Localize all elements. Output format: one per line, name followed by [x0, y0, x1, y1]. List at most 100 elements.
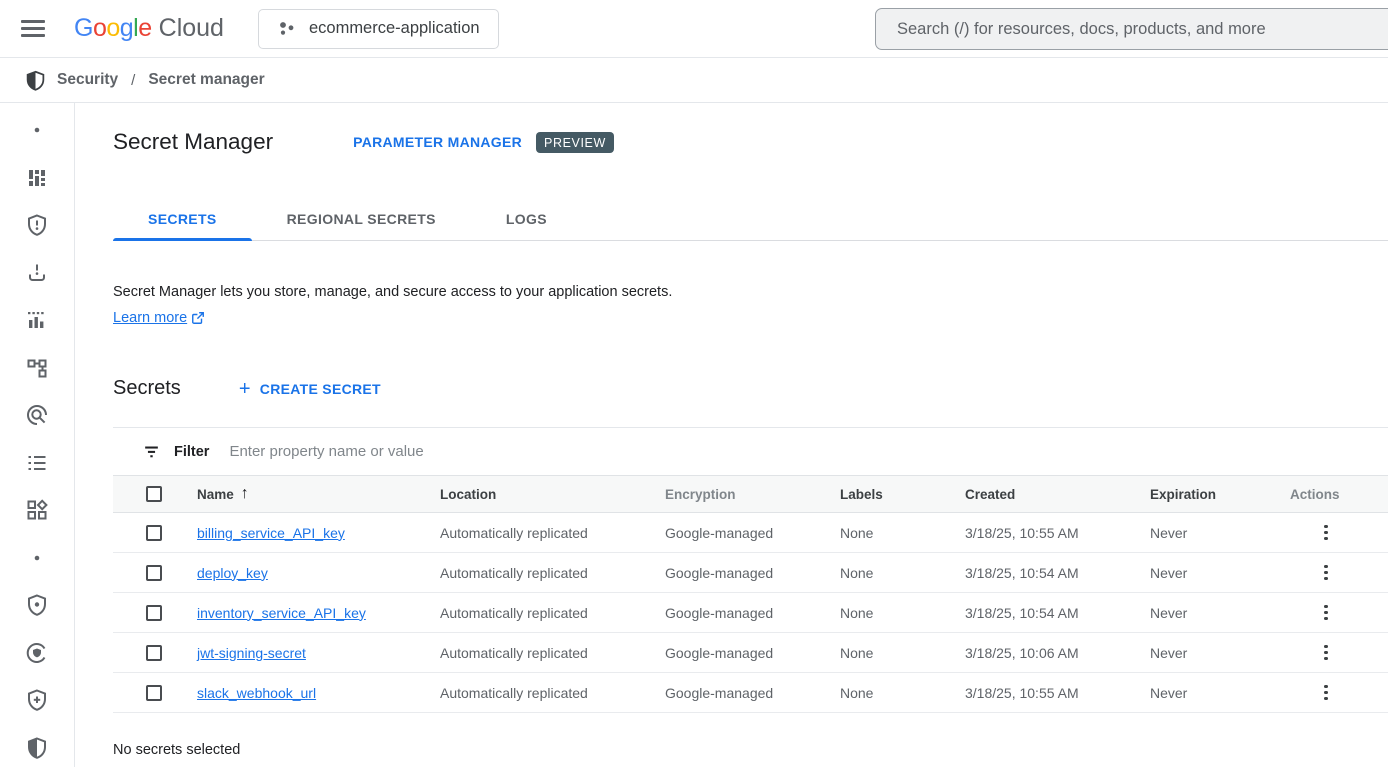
dot-icon[interactable]	[25, 118, 49, 142]
logo-letter: G	[74, 14, 93, 43]
global-search[interactable]	[875, 8, 1388, 50]
scan-search-icon[interactable]	[25, 403, 49, 427]
shield-check-icon[interactable]	[25, 593, 49, 617]
breadcrumb-section[interactable]: Security	[57, 71, 118, 89]
list-icon[interactable]	[25, 451, 49, 475]
table-row: deploy_key Automatically replicated Goog…	[113, 553, 1388, 593]
logo-letter: o	[93, 14, 106, 43]
cell-location: Automatically replicated	[426, 565, 651, 581]
row-actions-menu-icon[interactable]	[1314, 680, 1338, 706]
cell-created: 3/18/25, 10:54 AM	[951, 605, 1136, 621]
sort-ascending-icon[interactable]: ↑	[241, 485, 249, 503]
create-secret-button[interactable]: + CREATE SECRET	[239, 381, 381, 397]
select-all-checkbox[interactable]	[146, 486, 162, 502]
cell-expiration: Never	[1136, 645, 1276, 661]
cell-created: 3/18/25, 10:55 AM	[951, 685, 1136, 701]
cell-location: Automatically replicated	[426, 605, 651, 621]
breadcrumb: Security / Secret manager	[0, 58, 1388, 103]
page-title: Secret Manager	[113, 129, 273, 155]
cell-encryption: Google-managed	[651, 605, 826, 621]
row-actions-menu-icon[interactable]	[1314, 640, 1338, 666]
cell-labels: None	[826, 565, 951, 581]
tab-bar: SECRETS REGIONAL SECRETS LOGS	[113, 202, 1388, 241]
cell-created: 3/18/25, 10:54 AM	[951, 565, 1136, 581]
secret-link[interactable]: inventory_service_API_key	[197, 605, 366, 621]
search-input[interactable]	[897, 20, 1388, 39]
secret-link[interactable]: deploy_key	[197, 565, 268, 581]
command-center-icon[interactable]	[25, 166, 49, 190]
breadcrumb-page: Secret manager	[148, 71, 264, 89]
filter-icon	[142, 442, 161, 461]
shield-half-icon[interactable]	[25, 736, 49, 760]
plus-icon: +	[239, 382, 251, 396]
filter-label: Filter	[174, 444, 209, 460]
logo-cloud-text: Cloud	[159, 14, 224, 43]
table-row: inventory_service_API_key Automatically …	[113, 593, 1388, 633]
secret-link[interactable]: jwt-signing-secret	[197, 645, 306, 661]
row-actions-menu-icon[interactable]	[1314, 600, 1338, 626]
shield-alert-icon[interactable]	[25, 213, 49, 237]
cell-encryption: Google-managed	[651, 645, 826, 661]
secrets-table-card: Filter Name ↑ Location Encryption Labels…	[113, 427, 1388, 713]
cell-created: 3/18/25, 10:55 AM	[951, 525, 1136, 541]
cell-encryption: Google-managed	[651, 685, 826, 701]
filter-bar[interactable]: Filter	[113, 427, 1388, 475]
row-checkbox[interactable]	[146, 605, 162, 621]
cell-location: Automatically replicated	[426, 525, 651, 541]
page-description: Secret Manager lets you store, manage, a…	[113, 279, 1388, 305]
workloads-icon[interactable]	[25, 498, 49, 522]
row-actions-menu-icon[interactable]	[1314, 520, 1338, 546]
table-row: billing_service_API_key Automatically re…	[113, 513, 1388, 553]
project-name: ecommerce-application	[309, 19, 480, 38]
column-header-created[interactable]: Created	[951, 487, 1136, 502]
row-checkbox[interactable]	[146, 685, 162, 701]
secret-link[interactable]: slack_webhook_url	[197, 685, 316, 701]
tab-secrets[interactable]: SECRETS	[113, 202, 252, 240]
row-checkbox[interactable]	[146, 565, 162, 581]
row-actions-menu-icon[interactable]	[1314, 560, 1338, 586]
logo-letter: o	[106, 14, 119, 43]
create-secret-label: CREATE SECRET	[260, 381, 381, 397]
breadcrumb-separator: /	[131, 72, 135, 89]
project-selector[interactable]: ecommerce-application	[258, 9, 499, 49]
table-row: slack_webhook_url Automatically replicat…	[113, 673, 1388, 713]
dot-icon[interactable]	[25, 546, 49, 570]
column-header-expiration[interactable]: Expiration	[1136, 487, 1276, 502]
external-link-icon	[191, 311, 205, 325]
filter-input[interactable]	[229, 443, 1388, 460]
tab-logs[interactable]: LOGS	[471, 202, 582, 240]
column-header-encryption: Encryption	[651, 487, 826, 502]
project-icon	[277, 19, 296, 38]
learn-more-link[interactable]: Learn more	[113, 305, 205, 331]
main-content: Secret Manager PARAMETER MANAGER PREVIEW…	[75, 103, 1388, 767]
side-nav-rail	[0, 103, 75, 767]
cell-labels: None	[826, 645, 951, 661]
column-header-labels[interactable]: Labels	[826, 487, 951, 502]
tab-regional-secrets[interactable]: REGIONAL SECRETS	[252, 202, 471, 240]
row-checkbox[interactable]	[146, 645, 162, 661]
cell-expiration: Never	[1136, 565, 1276, 581]
table-header-row: Name ↑ Location Encryption Labels Create…	[113, 475, 1388, 513]
secrets-section-title: Secrets	[113, 377, 181, 400]
cell-expiration: Never	[1136, 605, 1276, 621]
cell-location: Automatically replicated	[426, 645, 651, 661]
google-cloud-logo[interactable]: Google Cloud	[74, 14, 224, 43]
intake-alert-icon[interactable]	[25, 261, 49, 285]
cell-expiration: Never	[1136, 685, 1276, 701]
shield-plus-icon[interactable]	[25, 688, 49, 712]
parameter-manager-link[interactable]: PARAMETER MANAGER	[353, 134, 522, 150]
menu-icon[interactable]	[21, 17, 45, 41]
secret-link[interactable]: billing_service_API_key	[197, 525, 345, 541]
cell-location: Automatically replicated	[426, 685, 651, 701]
column-header-name[interactable]: Name ↑	[183, 485, 426, 503]
asset-tree-icon[interactable]	[25, 356, 49, 380]
security-shield-icon	[25, 70, 46, 91]
row-checkbox[interactable]	[146, 525, 162, 541]
top-app-bar: Google Cloud ecommerce-application	[0, 0, 1388, 58]
bar-chart-icon[interactable]	[25, 308, 49, 332]
cell-created: 3/18/25, 10:06 AM	[951, 645, 1136, 661]
compliance-icon[interactable]	[25, 641, 49, 665]
selection-status: No secrets selected	[113, 742, 1388, 758]
column-header-location[interactable]: Location	[426, 487, 651, 502]
table-row: jwt-signing-secret Automatically replica…	[113, 633, 1388, 673]
